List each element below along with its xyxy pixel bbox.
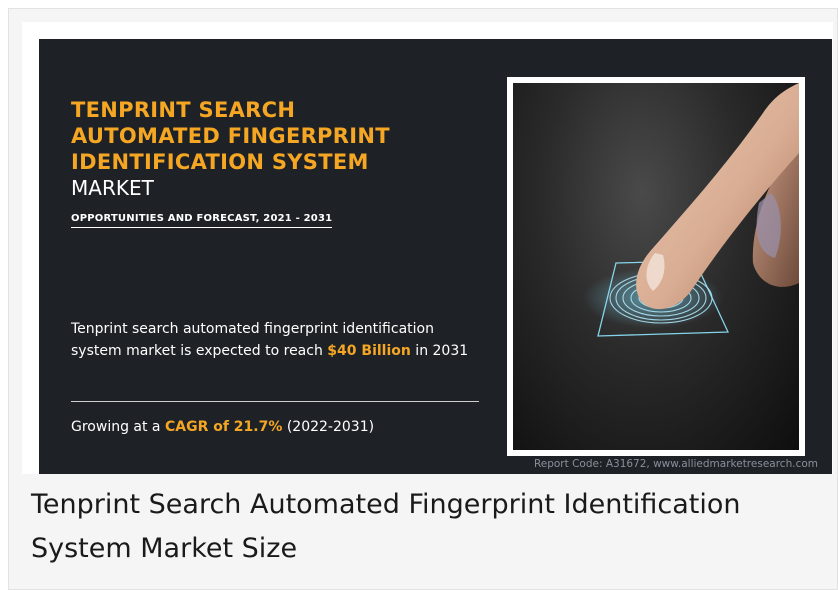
report-code: Report Code: A31672, www.alliedmarketres… [533, 458, 818, 470]
cagr-prefix: Growing at a [71, 419, 165, 435]
banner-divider [71, 401, 479, 402]
cagr-statement: Growing at a CAGR of 21.7% (2022-2031) [71, 416, 374, 438]
finger-touching-fingerprint-scanner-icon [583, 83, 799, 337]
banner-title: TENPRINT SEARCH AUTOMATED FINGERPRINT ID… [71, 97, 451, 175]
image-caption: Tenprint Search Automated Fingerprint Id… [31, 489, 741, 564]
banner-frame: TENPRINT SEARCH AUTOMATED FINGERPRINT ID… [22, 22, 833, 474]
banner-title-market: MARKET [71, 176, 154, 200]
infographic-banner: TENPRINT SEARCH AUTOMATED FINGERPRINT ID… [39, 39, 832, 474]
image-card: TENPRINT SEARCH AUTOMATED FINGERPRINT ID… [8, 8, 838, 590]
fingerprint-scanner-photo [513, 83, 799, 450]
market-description: Tenprint search automated fingerprint id… [71, 318, 481, 362]
cagr-suffix: (2022-2031) [282, 419, 375, 435]
market-value-highlight: $40 Billion [327, 343, 411, 359]
banner-title-line-2: AUTOMATED FINGERPRINT [71, 124, 390, 148]
banner-title-line-1: TENPRINT SEARCH [71, 98, 296, 122]
cagr-highlight: CAGR of 21.7% [164, 419, 283, 435]
photo-frame [507, 77, 805, 456]
banner-subtitle: OPPORTUNITIES AND FORECAST, 2021 - 2031 [71, 213, 333, 228]
description-suffix: in 2031 [410, 343, 469, 359]
banner-title-line-3: IDENTIFICATION SYSTEM [71, 150, 369, 174]
